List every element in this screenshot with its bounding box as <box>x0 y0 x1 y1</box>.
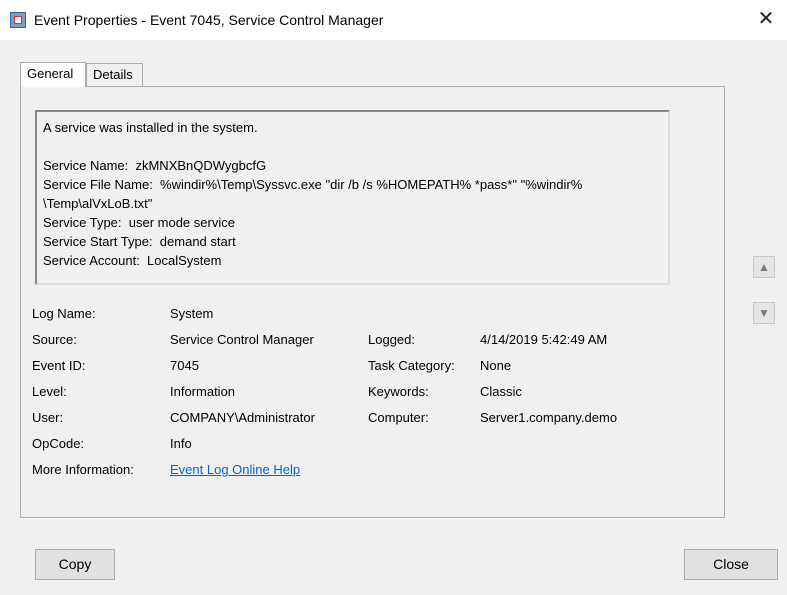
description-line: Service Type: user mode service <box>43 215 235 230</box>
description-line: Service File Name: %windir%\Temp\Syssvc.… <box>43 177 583 192</box>
description-line: Service Account: LocalSystem <box>43 253 222 268</box>
description-line: Service Start Type: demand start <box>43 234 236 249</box>
more-information-label: More Information: <box>32 462 134 477</box>
previous-event-arrow-icon[interactable]: ▲ <box>753 256 775 278</box>
user-value: COMPANY\Administrator <box>170 410 315 425</box>
user-label: User: <box>32 410 64 425</box>
opcode-label: OpCode: <box>32 436 85 451</box>
event-id-label: Event ID: <box>32 358 86 373</box>
event-viewer-icon <box>10 12 26 28</box>
tab-general[interactable]: General <box>20 62 86 87</box>
close-icon[interactable]: ✕ <box>751 6 781 32</box>
next-event-arrow-icon[interactable]: ▼ <box>753 302 775 324</box>
task-category-value: None <box>480 358 512 373</box>
description-blank-line <box>43 137 662 156</box>
copy-button[interactable]: Copy <box>35 549 115 580</box>
event-id-value: 7045 <box>170 358 199 373</box>
close-button[interactable]: Close <box>684 549 778 580</box>
log-name-value: System <box>170 306 214 321</box>
opcode-value: Info <box>170 436 192 451</box>
event-log-online-help-link[interactable]: Event Log Online Help <box>170 462 300 477</box>
title-bar: Event Properties - Event 7045, Service C… <box>0 0 787 40</box>
event-properties-window: Event Properties - Event 7045, Service C… <box>0 0 787 595</box>
logged-value: 4/14/2019 5:42:49 AM <box>480 332 608 347</box>
description-line: \Temp\alVxLoB.txt" <box>43 196 153 211</box>
task-category-label: Task Category: <box>368 358 455 373</box>
keywords-value: Classic <box>480 384 522 399</box>
source-value: Service Control Manager <box>170 332 314 347</box>
description-line: A service was installed in the system. <box>43 120 258 135</box>
tab-details[interactable]: Details <box>86 63 143 86</box>
logged-label: Logged: <box>368 332 415 347</box>
window-title: Event Properties - Event 7045, Service C… <box>34 12 384 28</box>
computer-label: Computer: <box>368 410 429 425</box>
description-line: Service Name: zkMNXBnQDWygbcfG <box>43 158 267 173</box>
level-value: Information <box>170 384 236 399</box>
event-description-box[interactable]: A service was installed in the system. S… <box>35 110 670 285</box>
computer-value: Server1.company.demo <box>480 410 618 425</box>
keywords-label: Keywords: <box>368 384 429 399</box>
source-label: Source: <box>32 332 77 347</box>
level-label: Level: <box>32 384 67 399</box>
log-name-label: Log Name: <box>32 306 96 321</box>
